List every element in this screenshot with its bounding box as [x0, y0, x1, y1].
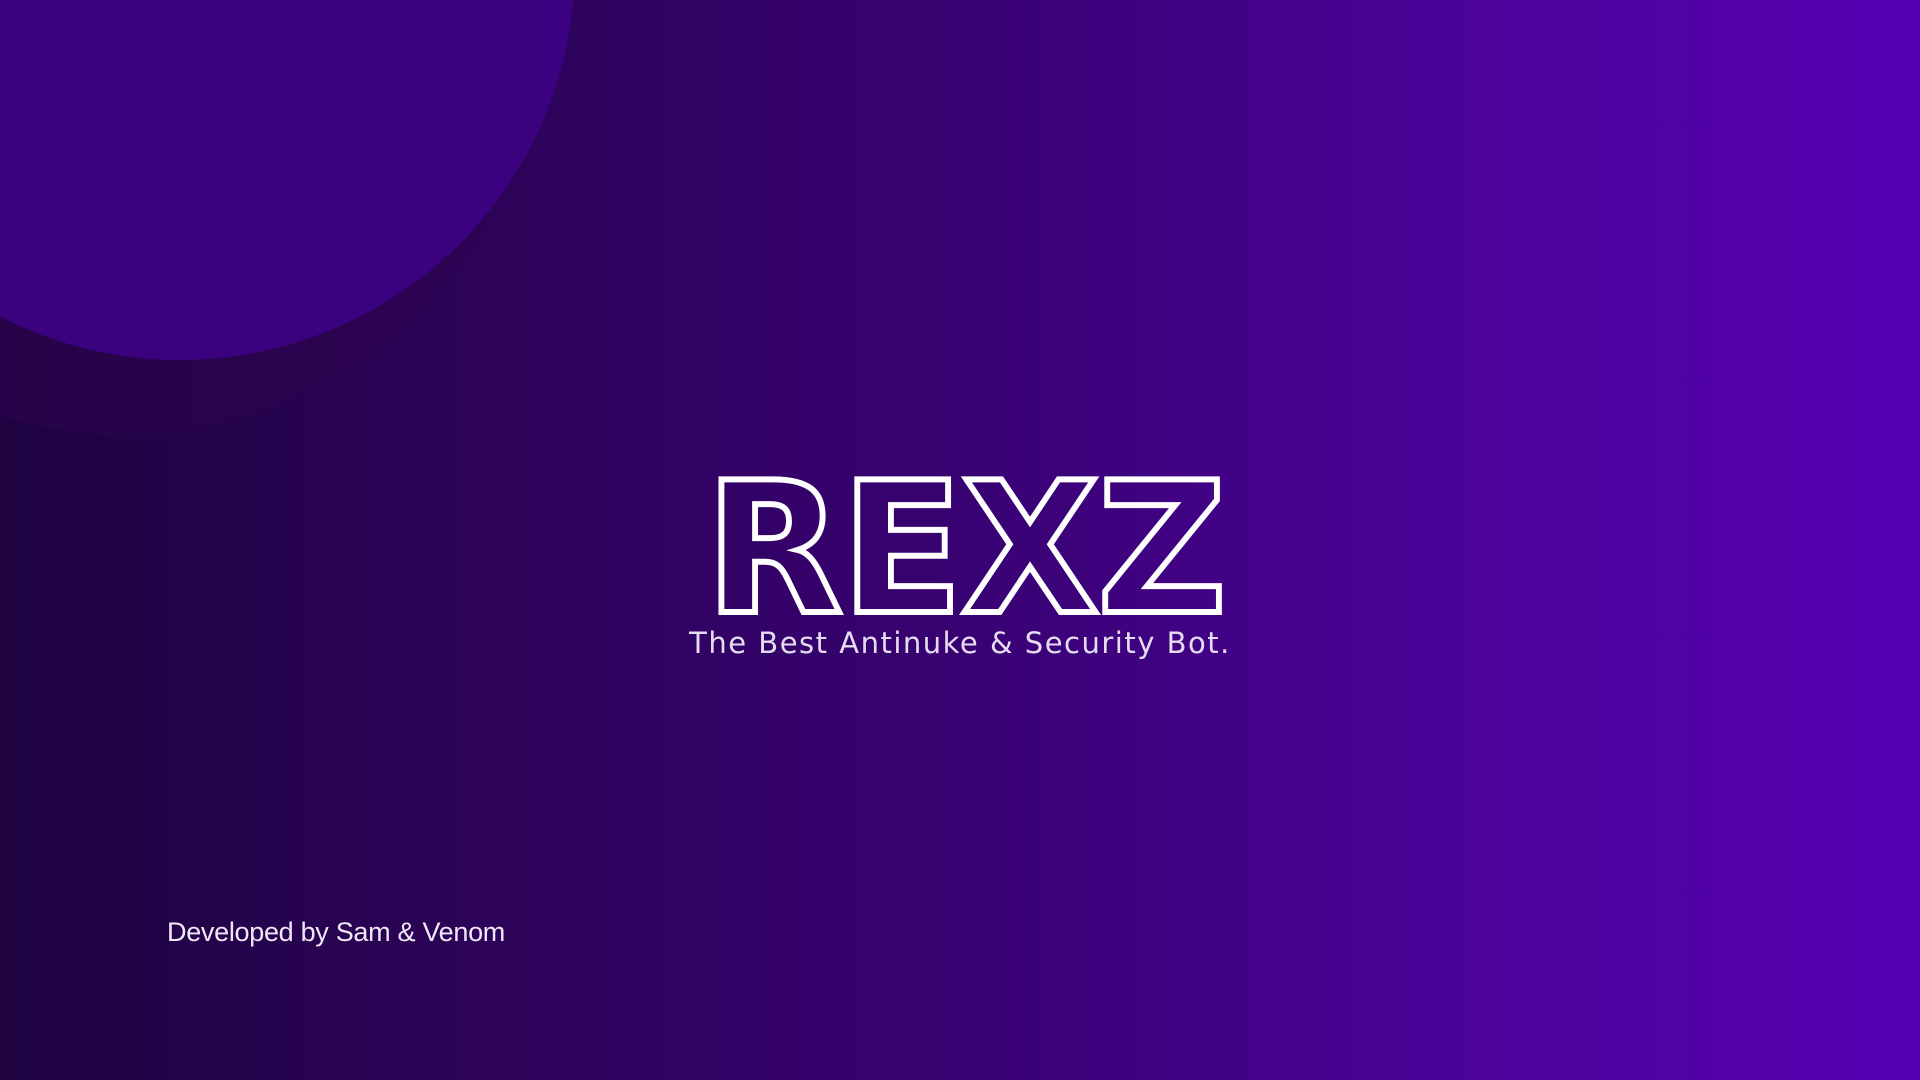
tagline: The Best Antinuke & Security Bot. [689, 626, 1231, 660]
logo: REXZ [700, 472, 1230, 622]
decorative-circle-light [0, 0, 575, 360]
credits-text: Developed by Sam & Venom [167, 917, 505, 947]
logo-text: REXZ [705, 472, 1225, 622]
logo-wordmark: REXZ [702, 472, 1230, 622]
hero-banner: REXZ The Best Antinuke & Security Bot. D… [0, 0, 1920, 1080]
